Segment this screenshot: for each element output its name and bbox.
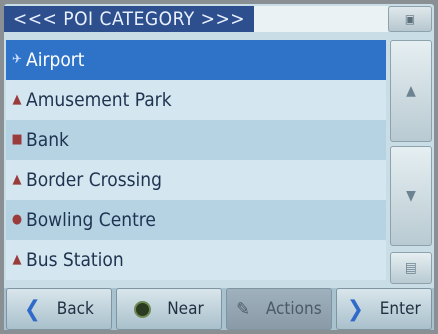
list-item-label: Airport [26,49,85,71]
enter-button[interactable]: ❯ Enter [336,288,432,330]
title-bar-filler [254,6,388,32]
minimize-icon: ▣ [404,12,416,26]
bank-icon: ■ [11,132,23,147]
list-item-label: Bowling Centre [26,209,156,231]
back-button-label: Back [56,299,94,319]
near-icon [134,300,152,318]
list-item-label: Border Crossing [26,169,162,191]
list-item[interactable]: ▲ Border Crossing [6,160,386,200]
near-button[interactable]: Near [116,288,222,330]
list-view-icon: ▤ [405,260,417,276]
list-item-label: Amusement Park [26,89,172,111]
arrow-down-icon: ▼ [406,188,416,204]
list-item[interactable]: ■ Bank [6,120,386,160]
arrow-up-icon: ▲ [406,83,416,99]
bowling-icon: ● [11,212,23,227]
scroll-up-button[interactable]: ▲ [390,40,432,142]
list-item[interactable]: ● Bowling Centre [6,200,386,240]
actions-button[interactable]: ✎ Actions [226,288,332,330]
enter-button-label: Enter [379,299,421,319]
back-button[interactable]: ❮ Back [6,288,112,330]
list-item-label: Bus Station [26,249,124,271]
chevron-left-icon: ❮ [24,296,41,322]
actions-button-label: Actions [265,299,322,319]
amusement-park-icon: ▲ [12,92,22,107]
chevron-right-icon: ❯ [347,296,364,322]
list-item[interactable]: ▲ Bus Station [6,240,386,280]
actions-icon: ✎ [236,298,250,320]
airport-icon: ✈ [12,52,22,67]
page-title: <<< POI CATEGORY >>> [4,6,254,32]
near-button-label: Near [167,299,204,319]
poi-category-list: ✈ Airport ▲ Amusement Park ■ Bank ▲ Bord… [6,40,386,280]
list-item[interactable]: ▲ Amusement Park [6,80,386,120]
list-item[interactable]: ✈ Airport [6,40,386,80]
scroll-down-button[interactable]: ▼ [390,146,432,246]
list-view-button[interactable]: ▤ [390,252,432,284]
list-item-label: Bank [26,129,69,151]
border-crossing-icon: ▲ [12,172,22,187]
minimize-button[interactable]: ▣ [388,6,432,32]
bus-station-icon: ▲ [12,252,22,267]
